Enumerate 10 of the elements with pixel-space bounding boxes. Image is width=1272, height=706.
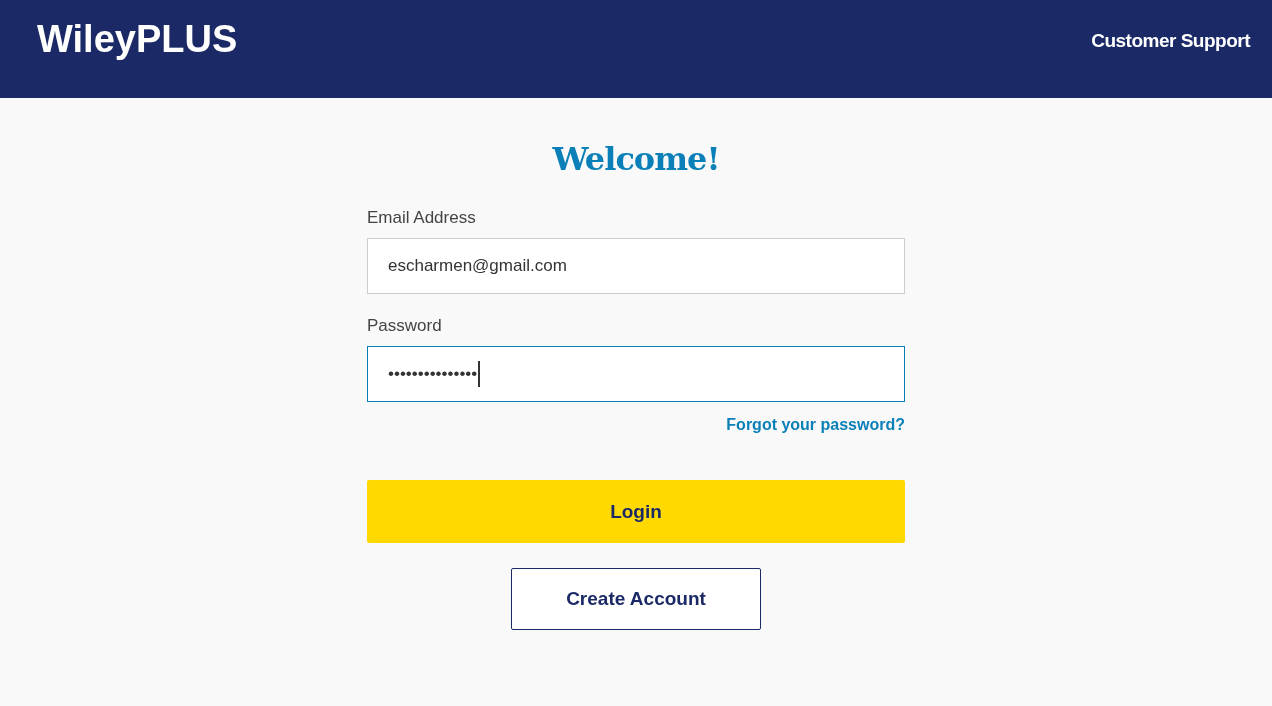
logo[interactable]: WileyPLUS <box>37 18 238 61</box>
field-label: Email Address <box>367 208 477 228</box>
login-button[interactable]: Login <box>367 480 905 543</box>
field-label: Password <box>367 316 443 336</box>
customer-support-link[interactable]: Customer Support <box>1091 30 1250 52</box>
create-account-button[interactable]: Create Account <box>511 568 761 630</box>
input-field[interactable]: escharmen@gmail.com <box>367 238 905 294</box>
welcome-title: Welcome! <box>552 140 720 178</box>
input-field[interactable]: ••••••••••••••• <box>367 346 905 402</box>
forgot-password-link[interactable]: Forgot your password? <box>726 416 905 434</box>
